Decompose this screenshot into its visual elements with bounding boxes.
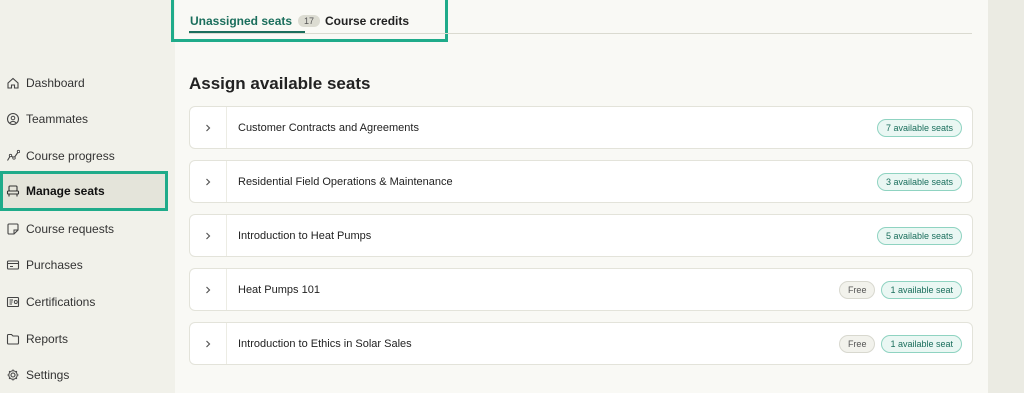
progress-graph-icon bbox=[6, 149, 20, 163]
free-badge: Free bbox=[838, 334, 876, 353]
sidebar-item-label: Certifications bbox=[26, 295, 96, 309]
right-gutter bbox=[988, 0, 1024, 393]
sidebar-item-label: Dashboard bbox=[26, 76, 85, 90]
sidebar-item-dashboard[interactable]: Dashboard bbox=[0, 66, 168, 100]
certificate-icon bbox=[6, 295, 20, 309]
chevron-right-icon[interactable] bbox=[190, 215, 227, 256]
seat-icon bbox=[6, 184, 20, 198]
sidebar-item-label: Course progress bbox=[26, 149, 115, 163]
course-row[interactable]: Residential Field Operations & Maintenan… bbox=[189, 160, 973, 203]
sidebar-item-label: Teammates bbox=[26, 112, 89, 126]
folder-icon bbox=[6, 332, 20, 346]
course-name: Residential Field Operations & Maintenan… bbox=[238, 175, 453, 188]
chevron-right-icon[interactable] bbox=[190, 107, 227, 148]
course-row[interactable]: Customer Contracts and Agreements 7 avai… bbox=[189, 106, 973, 149]
available-seats-badge: 1 available seat bbox=[881, 280, 962, 299]
sidebar: Dashboard Teammates Course progress Mana… bbox=[0, 0, 175, 393]
main-panel: Unassigned seats 17 Course credits Assig… bbox=[171, 0, 988, 393]
course-row[interactable]: Heat Pumps 101 Free 1 available seat bbox=[189, 268, 973, 311]
count-badge: 17 bbox=[298, 15, 321, 27]
available-seats-badge: 5 available seats bbox=[876, 226, 962, 245]
sidebar-item-label: Course requests bbox=[26, 222, 115, 236]
chevron-right-icon[interactable] bbox=[190, 161, 227, 202]
sidebar-item-settings[interactable]: Settings bbox=[0, 358, 168, 392]
course-name: Introduction to Ethics in Solar Sales bbox=[238, 337, 412, 350]
free-badge: Free bbox=[838, 280, 876, 299]
available-seats-badge: 1 available seat bbox=[881, 334, 962, 353]
user-circle-icon bbox=[6, 112, 20, 126]
tab-unassigned-seats[interactable]: Unassigned seats 17 bbox=[190, 11, 321, 31]
course-name: Introduction to Heat Pumps bbox=[238, 229, 372, 242]
available-seats-badge: 3 available seats bbox=[876, 172, 962, 191]
course-row[interactable]: Introduction to Heat Pumps 5 available s… bbox=[189, 214, 973, 257]
gear-icon bbox=[6, 368, 20, 382]
course-name: Customer Contracts and Agreements bbox=[238, 121, 419, 134]
tab-course-credits[interactable]: Course credits bbox=[325, 11, 409, 31]
page-title: Assign available seats bbox=[189, 74, 371, 93]
sidebar-item-course-progress[interactable]: Course progress bbox=[0, 139, 168, 173]
sidebar-item-reports[interactable]: Reports bbox=[0, 322, 168, 356]
tabs-divider bbox=[189, 33, 972, 34]
available-seats-badge: 7 available seats bbox=[876, 118, 962, 137]
home-icon bbox=[6, 76, 20, 90]
course-name: Heat Pumps 101 bbox=[238, 283, 320, 296]
sidebar-item-label: Settings bbox=[26, 368, 70, 382]
app: Dashboard Teammates Course progress Mana… bbox=[0, 0, 1024, 393]
sidebar-item-purchases[interactable]: Purchases bbox=[0, 248, 168, 282]
course-row[interactable]: Introduction to Ethics in Solar Sales Fr… bbox=[189, 322, 973, 365]
sidebar-item-course-requests[interactable]: Course requests bbox=[0, 212, 168, 246]
chevron-right-icon[interactable] bbox=[190, 323, 227, 364]
sidebar-item-manage-seats[interactable]: Manage seats bbox=[0, 171, 168, 211]
sidebar-item-label: Purchases bbox=[26, 258, 83, 272]
sidebar-item-label: Manage seats bbox=[26, 184, 105, 198]
tab-label: Unassigned seats bbox=[190, 14, 293, 28]
sidebar-item-teammates[interactable]: Teammates bbox=[0, 102, 168, 136]
sidebar-item-certifications[interactable]: Certifications bbox=[0, 285, 168, 319]
chevron-right-icon[interactable] bbox=[190, 269, 227, 310]
wallet-icon bbox=[6, 258, 20, 272]
request-icon bbox=[6, 222, 20, 236]
sidebar-item-label: Reports bbox=[26, 332, 69, 346]
tab-label: Course credits bbox=[325, 14, 410, 28]
